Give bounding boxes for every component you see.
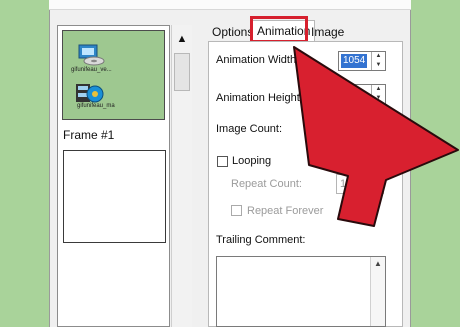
spinner-arrows-icon[interactable]: ▲ ▼: [371, 85, 385, 103]
spinner-arrows-icon[interactable]: ▲ ▼: [371, 52, 385, 70]
thumb-caption: gifunifeau_ma: [77, 103, 115, 109]
thumb-caption: gifunifeau_ve...: [71, 67, 112, 73]
repeat-count-spinner[interactable]: 1: [336, 174, 384, 194]
animation-height-spinner[interactable]: ▲ ▼: [338, 84, 386, 104]
repeat-forever-checkbox[interactable]: [231, 205, 242, 216]
frames-list[interactable]: gifunifeau_ve... gifunifeau_ma Frame #1: [57, 25, 170, 327]
tab-image[interactable]: Image: [311, 23, 344, 41]
tab-options[interactable]: Options: [212, 23, 253, 41]
animation-width-label: Animation Width:: [216, 54, 300, 66]
scroll-up-arrow-icon[interactable]: ▲: [172, 25, 192, 53]
repeat-count-label: Repeat Count:: [231, 178, 302, 190]
frame-thumbnail[interactable]: gifunifeau_ve... gifunifeau_ma: [62, 30, 165, 120]
trailing-comment-label: Trailing Comment:: [216, 234, 306, 246]
looping-label: Looping: [232, 155, 272, 167]
repeat-forever-label: Repeat Forever: [247, 205, 324, 217]
scroll-thumb[interactable]: [174, 53, 190, 91]
tab-highlight-box: [250, 16, 308, 43]
animation-height-label: Animation Height:: [216, 92, 303, 104]
repeat-count-value: 1: [340, 178, 347, 190]
trailing-comment-textarea[interactable]: ▲: [216, 256, 386, 327]
frame-empty-slot[interactable]: [63, 150, 166, 243]
monitor-icon: [78, 44, 105, 66]
looping-checkbox[interactable]: [217, 156, 228, 167]
window-top-strip: [49, 0, 411, 10]
film-icon: [76, 84, 104, 103]
animation-width-spinner[interactable]: 1054 ▲ ▼: [338, 51, 386, 71]
frames-scrollbar[interactable]: ▲: [171, 25, 192, 327]
textarea-scroll-up-icon[interactable]: ▲: [370, 257, 385, 326]
frame-label: Frame #1: [63, 128, 115, 142]
image-count-label: Image Count:: [216, 123, 283, 135]
animation-width-value[interactable]: 1054: [341, 54, 368, 68]
